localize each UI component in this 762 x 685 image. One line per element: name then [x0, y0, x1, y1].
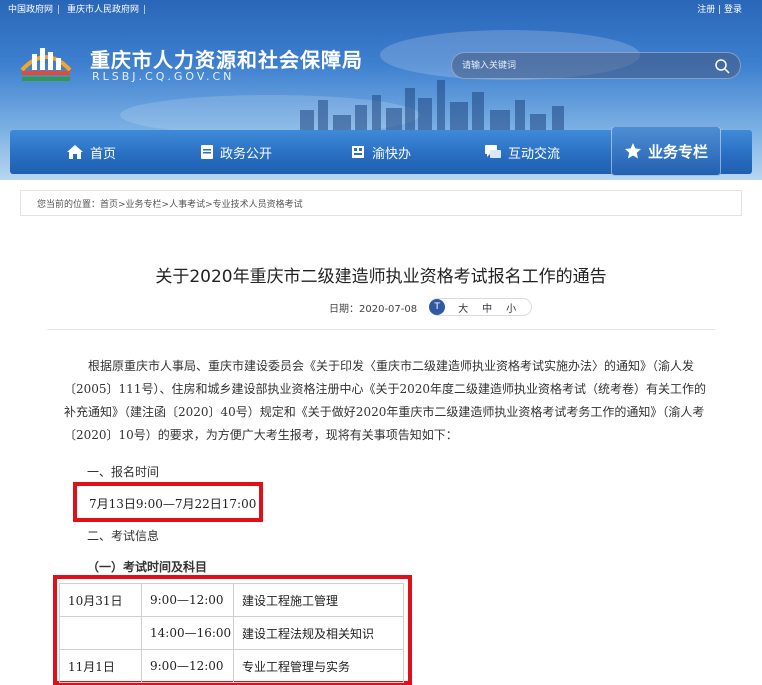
- article-title: 关于2020年重庆市二级建造师执业资格考试报名工作的通告: [155, 267, 607, 287]
- subsection-heading-schedule: （一）考试时间及科目: [87, 560, 208, 574]
- nav-label: 互动交流: [508, 146, 561, 162]
- section-heading-exam-info: 二、考试信息: [87, 529, 160, 543]
- schedule-time: 14:00—16:00: [141, 616, 234, 650]
- table-row: 10月31日 9:00—12:00 建设工程施工管理: [59, 583, 404, 617]
- main-nav: 首页 政务公开 渝快办 互动交流 业务专栏: [10, 126, 752, 176]
- logo-emblem-icon: [20, 48, 72, 81]
- article-body: 根据原重庆市人事局、重庆市建设委员会《关于印发〈重庆市二级建造师执业资格考试实施…: [64, 355, 714, 447]
- search-icon[interactable]: [714, 58, 730, 74]
- top-links: 中国政府网 | 重庆市人民政府网 |: [8, 5, 146, 15]
- schedule-date: 10月31日: [59, 583, 142, 617]
- font-size-icon: T: [429, 299, 446, 315]
- registration-time-highlight: 7月13日9:00—7月22日17:00: [73, 482, 263, 522]
- schedule-table-highlight: 10月31日 9:00—12:00 建设工程施工管理 14:00—16:00 建…: [53, 575, 412, 685]
- schedule-subject: 建设工程施工管理: [233, 583, 404, 617]
- table-row: 14:00—16:00 建设工程法规及相关知识: [59, 616, 404, 650]
- home-icon: [67, 145, 83, 159]
- user-links[interactable]: 注册 | 登录: [697, 2, 742, 15]
- table-row: 11月1日 9:00—12:00 专业工程管理与实务: [59, 649, 404, 683]
- link-gov-china[interactable]: 中国政府网: [8, 5, 53, 15]
- link-gov-chongqing[interactable]: 重庆市人民政府网: [67, 5, 139, 15]
- building-icon: [352, 146, 364, 158]
- site-url: RLSBJ.CQ.GOV.CN: [92, 70, 235, 83]
- intro-paragraph: 根据原重庆市人事局、重庆市建设委员会《关于印发〈重庆市二级建造师执业资格考试实施…: [64, 359, 706, 442]
- article-meta: 日期：2020-07-08 T 大 中 小: [329, 298, 533, 316]
- schedule-time: 9:00—12:00: [141, 649, 234, 683]
- font-size-large-button[interactable]: 大: [458, 300, 468, 315]
- nav-label: 首页: [90, 146, 117, 162]
- schedule-subject: 建设工程法规及相关知识: [233, 616, 404, 650]
- chat-icon: [485, 145, 501, 158]
- nav-label: 渝快办: [372, 146, 412, 162]
- font-size-control: T 大 中 小: [429, 298, 533, 316]
- article: 关于2020年重庆市二级建造师执业资格考试报名工作的通告 日期：2020-07-…: [47, 230, 715, 685]
- font-size-medium-button[interactable]: 中: [482, 300, 492, 315]
- schedule-date: 11月1日: [59, 649, 142, 683]
- nav-interaction[interactable]: 互动交流: [484, 130, 560, 174]
- breadcrumb: 您当前的位置：首页>业务专栏>人事考试>专业技术人员资格考试: [20, 190, 742, 216]
- nav-home[interactable]: 首页: [66, 130, 116, 174]
- site-title: 重庆市人力资源和社会保障局: [90, 48, 363, 72]
- nav-yukuaiban[interactable]: 渝快办: [350, 130, 411, 174]
- star-icon: [625, 143, 641, 159]
- font-size-small-button[interactable]: 小: [506, 300, 516, 315]
- title-divider: [47, 329, 715, 330]
- exam-schedule-table: 10月31日 9:00—12:00 建设工程施工管理 14:00—16:00 建…: [59, 583, 404, 683]
- search-input[interactable]: [462, 57, 702, 75]
- registration-time: 7月13日9:00—7月22日17:00: [89, 497, 257, 511]
- publish-date: 日期：2020-07-08: [329, 303, 418, 315]
- nav-business-column[interactable]: 业务专栏: [611, 126, 722, 176]
- schedule-date: [59, 616, 142, 650]
- nav-gov-affairs[interactable]: 政务公开: [200, 130, 272, 174]
- nav-label: 业务专栏: [648, 142, 709, 161]
- search-box: [451, 52, 741, 79]
- nav-label: 政务公开: [220, 146, 273, 162]
- section-heading-registration: 一、报名时间: [87, 465, 160, 479]
- schedule-time: 9:00—12:00: [141, 583, 234, 617]
- breadcrumb-text[interactable]: 您当前的位置：首页>业务专栏>人事考试>专业技术人员资格考试: [37, 197, 303, 210]
- schedule-subject: 专业工程管理与实务: [233, 649, 404, 683]
- document-icon: [201, 145, 213, 159]
